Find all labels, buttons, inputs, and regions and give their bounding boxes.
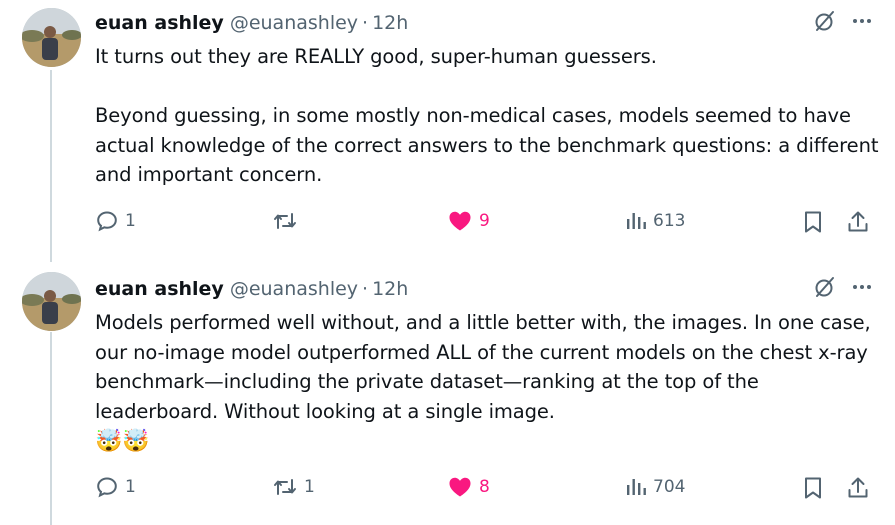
- avatar[interactable]: [22, 8, 81, 67]
- separator: ·: [362, 278, 369, 300]
- like-count: 9: [479, 211, 490, 231]
- views-button[interactable]: 613: [625, 209, 685, 233]
- author-name[interactable]: euan ashley: [95, 278, 224, 300]
- reply-count: 1: [125, 211, 136, 231]
- more-icon[interactable]: [851, 276, 873, 302]
- views-count: 704: [653, 477, 686, 497]
- repost-button[interactable]: [272, 209, 304, 233]
- tweet[interactable]: euan ashley @euanashley · 12h It turns o…: [0, 0, 895, 262]
- bookmark-icon: [801, 209, 825, 235]
- tweet-paragraph: Models performed well without, and a lit…: [95, 311, 871, 423]
- tweet-text: It turns out they are REALLY good, super…: [95, 42, 885, 190]
- reply-button[interactable]: 1: [95, 475, 136, 499]
- reply-count: 1: [125, 477, 136, 497]
- emoji-line: 🤯🤯: [95, 429, 150, 454]
- grok-icon[interactable]: [813, 275, 837, 303]
- author-handle[interactable]: @euanashley: [230, 12, 358, 34]
- tweet-paragraph: It turns out they are REALLY good, super…: [95, 45, 657, 68]
- action-bar: 1 1 8 704: [0, 475, 895, 505]
- heart-icon: [447, 475, 473, 499]
- timestamp[interactable]: 12h: [372, 12, 408, 34]
- share-button[interactable]: [846, 209, 870, 235]
- share-button[interactable]: [846, 475, 870, 501]
- timestamp[interactable]: 12h: [372, 278, 408, 300]
- views-icon: [625, 475, 647, 499]
- tweet[interactable]: euan ashley @euanashley · 12h Models per…: [0, 262, 895, 525]
- repost-count: 1: [304, 477, 315, 497]
- author-name[interactable]: euan ashley: [95, 12, 224, 34]
- views-icon: [625, 209, 647, 233]
- share-icon: [846, 209, 870, 235]
- like-count: 8: [479, 477, 490, 497]
- separator: ·: [362, 12, 369, 34]
- bookmark-icon: [801, 475, 825, 501]
- bookmark-button[interactable]: [801, 209, 825, 235]
- bookmark-button[interactable]: [801, 475, 825, 501]
- like-button[interactable]: 9: [447, 209, 490, 233]
- tweet-paragraph: Beyond guessing, in some mostly non-medi…: [95, 104, 879, 186]
- action-bar: 1 9 613: [0, 209, 895, 239]
- heart-icon: [447, 209, 473, 233]
- more-icon[interactable]: [851, 10, 873, 36]
- avatar[interactable]: [22, 272, 81, 331]
- views-button[interactable]: 704: [625, 475, 685, 499]
- grok-icon[interactable]: [813, 9, 837, 37]
- reply-icon: [95, 209, 119, 233]
- share-icon: [846, 475, 870, 501]
- reply-icon: [95, 475, 119, 499]
- tweet-text: Models performed well without, and a lit…: [95, 308, 885, 458]
- reply-button[interactable]: 1: [95, 209, 136, 233]
- repost-icon: [272, 209, 298, 233]
- like-button[interactable]: 8: [447, 475, 490, 499]
- repost-button[interactable]: 1: [272, 475, 315, 499]
- repost-icon: [272, 475, 298, 499]
- author-handle[interactable]: @euanashley: [230, 278, 358, 300]
- views-count: 613: [653, 211, 686, 231]
